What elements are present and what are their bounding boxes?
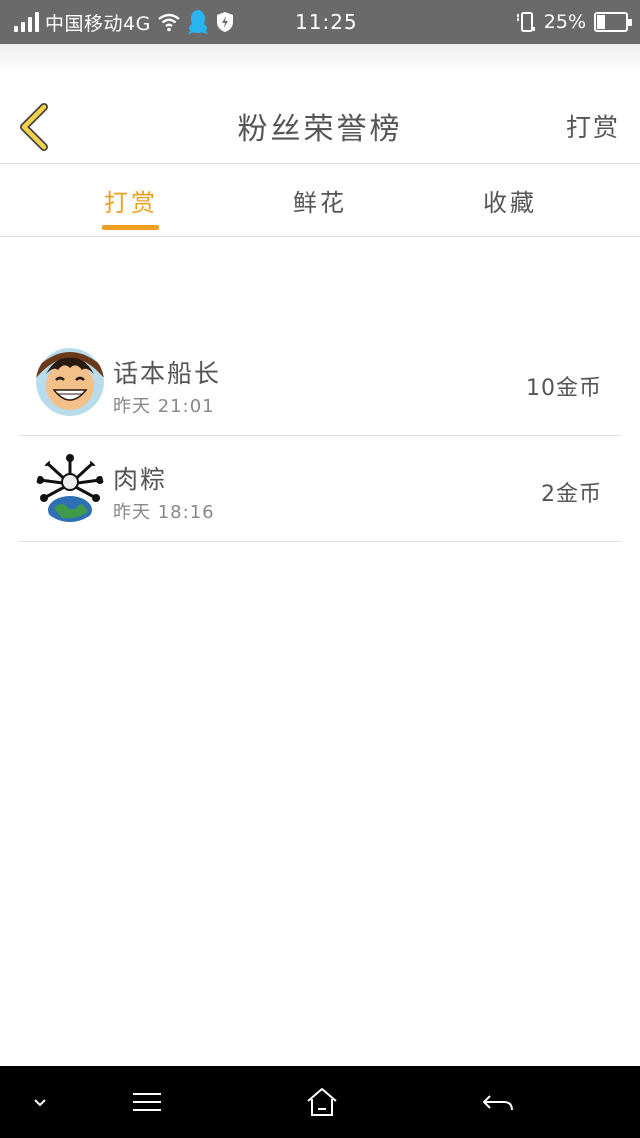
signal-icon [14,12,39,32]
reward-button[interactable]: 打赏 [566,108,620,144]
globe-avatar [36,454,104,522]
qq-icon [187,10,208,34]
list-item[interactable]: 肉粽 昨天 18:16 2金币 [18,436,622,542]
battery-percent: 25% [543,11,586,33]
list-item[interactable]: 话本船长 昨天 21:01 10金币 [18,330,622,436]
battery-fill [597,15,605,29]
system-nav-bar [0,1066,640,1138]
fan-time: 昨天 21:01 [113,396,215,417]
tab-favorites[interactable]: 收藏 [465,183,555,218]
phone-signal-icon [516,12,535,32]
status-bar: 中国移动4G 11:25 25% [0,0,640,44]
header: 粉丝荣誉榜 打赏 [0,74,640,164]
tab-active-indicator [102,225,159,230]
tab-reward[interactable]: 打赏 [86,183,176,218]
page-title: 粉丝荣誉榜 [237,112,403,147]
back-icon[interactable] [478,1084,518,1120]
home-icon[interactable] [302,1084,342,1120]
fan-amount: 10金币 [526,376,602,401]
battery-icon [594,12,632,32]
tab-bar: 打赏 鲜花 收藏 [0,165,640,237]
shield-icon [216,12,233,32]
fan-name: 肉粽 [113,465,168,494]
luffy-avatar [36,348,104,416]
menu-icon[interactable] [127,1084,167,1120]
fan-name: 话本船长 [113,359,222,388]
chevron-down-icon[interactable] [20,1084,60,1120]
carrier-label: 中国移动4G [45,12,151,35]
screen: 中国移动4G 11:25 25% 粉丝荣誉榜 打赏 打赏 鲜花 收藏 话本船长 … [0,0,640,1138]
tab-flowers[interactable]: 鲜花 [275,183,365,218]
status-time: 11:25 [295,10,358,34]
fan-time: 昨天 18:16 [113,502,215,523]
status-right: 25% [516,0,632,44]
fan-list: 话本船长 昨天 21:01 10金币 肉粽 昨天 18:16 2金币 [18,330,622,542]
header-shadow [0,44,640,74]
fan-amount: 2金币 [541,482,602,507]
status-left: 中国移动4G [14,0,235,44]
wifi-icon [158,13,180,32]
